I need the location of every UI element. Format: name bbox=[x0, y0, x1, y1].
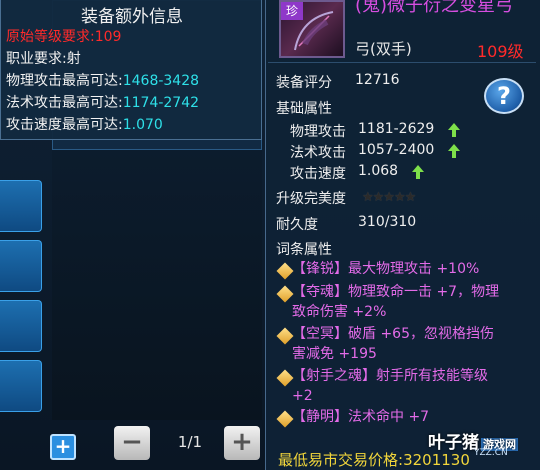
prev-page-button[interactable]: − bbox=[114, 426, 150, 460]
left-tab-3[interactable] bbox=[0, 300, 42, 352]
affix-line: 【夺魂】物理致命一击 +7，物理 bbox=[292, 284, 500, 300]
add-item-button[interactable]: + bbox=[50, 434, 76, 460]
page-indicator: 1/1 bbox=[177, 433, 203, 451]
left-tab-2[interactable] bbox=[0, 240, 42, 292]
left-tab-1[interactable] bbox=[0, 180, 42, 232]
info-class-requirement: 职业要求:射 bbox=[6, 51, 81, 67]
info-original-level: 原始等级要求:109 bbox=[6, 29, 122, 45]
item-level: 109级 bbox=[477, 42, 524, 61]
base-attributes-label: 基础属性 bbox=[276, 101, 332, 117]
affix-line: 【静明】法术命中 +7 bbox=[292, 409, 430, 425]
left-tab-4[interactable] bbox=[0, 360, 42, 412]
up-arrow-icon bbox=[448, 123, 460, 137]
item-name: (鬼)微子衍之变星弓 bbox=[355, 0, 514, 16]
question-icon[interactable]: ? bbox=[484, 78, 524, 114]
stat-physical-attack-value: 1181-2629 bbox=[358, 121, 435, 137]
divider bbox=[268, 62, 536, 63]
score-value: 12716 bbox=[355, 72, 400, 88]
item-type: 弓(双手) bbox=[355, 40, 412, 58]
upgrade-stars: ★★★★★ bbox=[362, 190, 416, 205]
info-max-physical-attack: 物理攻击最高可达:1468-3428 bbox=[6, 73, 200, 89]
stat-magic-attack-value: 1057-2400 bbox=[358, 142, 435, 158]
affix-attributes-label: 词条属性 bbox=[276, 242, 332, 258]
next-page-button[interactable]: + bbox=[224, 426, 260, 460]
bow-icon bbox=[294, 11, 334, 51]
affix-line-continued: 害减免 +195 bbox=[292, 346, 377, 362]
info-max-attack-speed: 攻击速度最高可达:1.070 bbox=[6, 117, 163, 133]
upgrade-perfection-label: 升级完美度 bbox=[276, 191, 346, 207]
up-arrow-icon bbox=[448, 144, 460, 158]
stat-attack-speed-label: 攻击速度 bbox=[290, 166, 346, 182]
item-list-area bbox=[52, 150, 262, 420]
affix-line: 【空冥】破盾 +65，忽视格挡伤 bbox=[292, 326, 494, 342]
watermark-url: YZZ.CN bbox=[474, 448, 508, 458]
durability-value: 310/310 bbox=[358, 214, 417, 230]
durability-label: 耐久度 bbox=[276, 217, 318, 233]
stat-magic-attack-label: 法术攻击 bbox=[290, 145, 346, 161]
score-label: 装备评分 bbox=[276, 75, 332, 91]
item-icon: 珍 bbox=[279, 0, 345, 58]
stat-attack-speed-value: 1.068 bbox=[358, 163, 399, 179]
affix-line: 【锋锐】最大物理攻击 +10% bbox=[292, 261, 480, 277]
affix-line-continued: +2 bbox=[292, 388, 313, 404]
info-max-magic-attack: 法术攻击最高可达:1174-2742 bbox=[6, 95, 200, 111]
extra-info-title: 装备额外信息 bbox=[81, 7, 183, 27]
stat-physical-attack-label: 物理攻击 bbox=[290, 124, 346, 140]
up-arrow-icon bbox=[412, 165, 424, 179]
affix-line: 【射手之魂】射手所有技能等级 bbox=[292, 368, 488, 384]
left-tab-column bbox=[0, 100, 44, 420]
affix-line-continued: 致命伤害 +2% bbox=[292, 304, 387, 320]
